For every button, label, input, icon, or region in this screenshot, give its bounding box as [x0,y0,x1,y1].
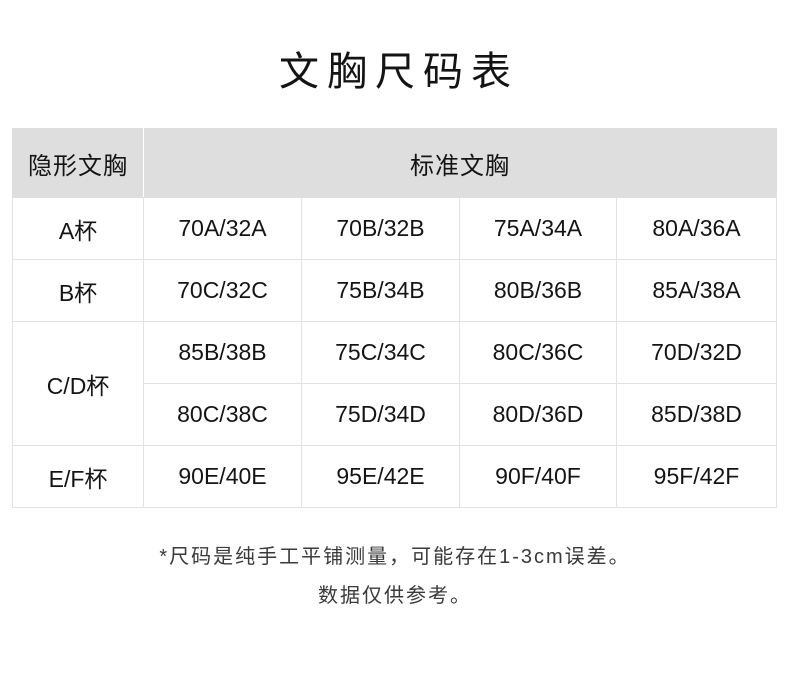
size-cell: 85D/38D [616,383,777,446]
cup-label-a: A杯 [12,197,144,260]
table-row: E/F杯 90E/40E 95E/42E 90F/40F 95F/42F [12,445,777,508]
size-cell: 75C/34C [301,321,460,384]
table-row: A杯 70A/32A 70B/32B 75A/34A 80A/36A [12,197,777,260]
size-cell: 75A/34A [459,197,617,260]
bra-size-table: 隐形文胸 标准文胸 A杯 70A/32A 70B/32B 75A/34A 80A… [12,128,777,508]
size-cell: 70D/32D [616,321,777,384]
footnote-reference-only: 数据仅供参考。 [318,585,472,607]
footnote-measurement-tolerance: *尺码是纯手工平铺测量，可能存在1-3cm误差。 [159,546,631,568]
cup-label-ef: E/F杯 [12,445,144,508]
size-cell: 75D/34D [301,383,460,446]
table-body: A杯 70A/32A 70B/32B 75A/34A 80A/36A B杯 70… [12,197,777,508]
size-cell: 80A/36A [616,197,777,260]
size-cell: 80C/38C [143,383,302,446]
size-cell: 95F/42F [616,445,777,508]
table-row: B杯 70C/32C 75B/34B 80B/36B 85A/38A [12,259,777,322]
size-table-container: 隐形文胸 标准文胸 A杯 70A/32A 70B/32B 75A/34A 80A… [12,128,777,508]
page-title: 文胸尺码表 [279,50,519,94]
size-cell: 95E/42E [301,445,460,508]
size-cell: 85A/38A [616,259,777,322]
size-cell: 70B/32B [301,197,460,260]
footnotes: *尺码是纯手工平铺测量，可能存在1-3cm误差。 数据仅供参考。 [0,538,790,616]
table-header-row: 隐形文胸 标准文胸 [12,128,777,198]
size-cell: 70C/32C [143,259,302,322]
size-cell: 85B/38B [143,321,302,384]
table-row: C/D杯 85B/38B 75C/34C 80C/36C 70D/32D [12,321,777,446]
size-cell: 90F/40F [459,445,617,508]
size-chart-page: 文胸尺码表 隐形文胸 标准文胸 A杯 70A/32A 70B/32B 75A/3… [0,0,790,682]
cup-label-cd: C/D杯 [12,321,144,446]
table-header-invisible-bra: 隐形文胸 [12,128,144,198]
table-header: 隐形文胸 标准文胸 [12,128,777,198]
table-header-standard-bra: 标准文胸 [143,128,777,198]
cup-label-b: B杯 [12,259,144,322]
size-cell: 70A/32A [143,197,302,260]
size-cell: 75B/34B [301,259,460,322]
size-cell: 80B/36B [459,259,617,322]
size-cell: 80C/36C [459,321,617,384]
size-cell: 90E/40E [143,445,302,508]
size-cell: 80D/36D [459,383,617,446]
